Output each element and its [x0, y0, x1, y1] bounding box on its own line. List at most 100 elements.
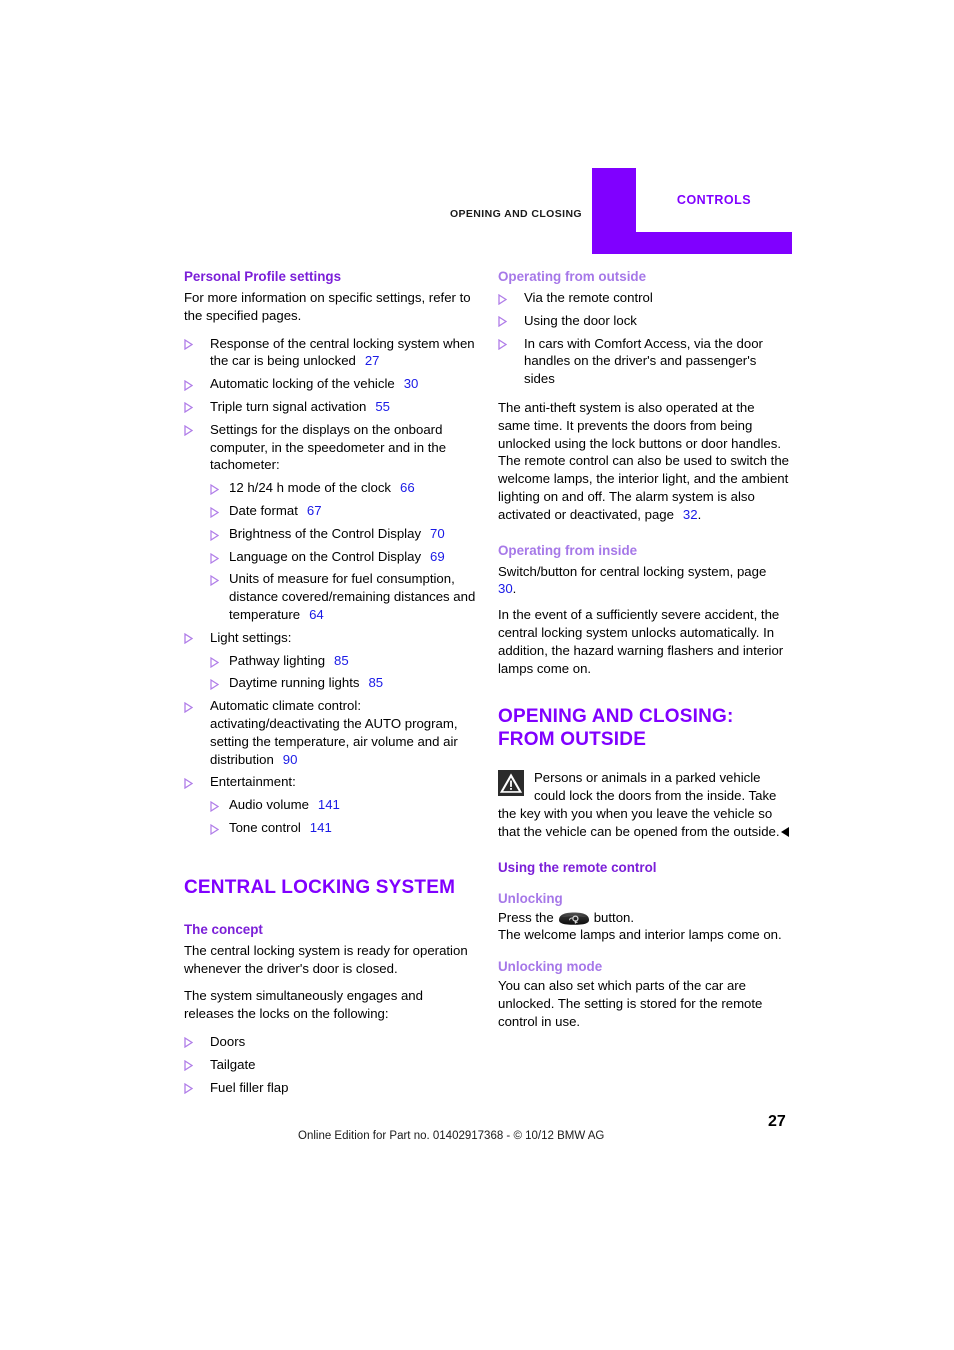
- list-item: 12 h/24 h mode of the clock 66: [210, 479, 476, 497]
- running-header: OPENING AND CLOSING CONTROLS: [0, 168, 954, 254]
- unlocking-instruction: Press the button.: [498, 909, 790, 927]
- triangle-bullet-icon: [210, 656, 219, 668]
- page-reference[interactable]: 85: [334, 653, 349, 668]
- light-settings-list: Light settings:: [184, 629, 476, 647]
- page-reference[interactable]: 70: [430, 526, 445, 541]
- note-end-marker-icon: [780, 826, 789, 837]
- list-item-label: Light settings:: [210, 629, 292, 645]
- list-item: Brightness of the Control Display 70: [210, 525, 476, 543]
- list-item-label: Language on the Control Display: [229, 548, 422, 564]
- header-tab-label: CONTROLS: [676, 193, 752, 207]
- display-settings-sublist: 12 h/24 h mode of the clock 66 Date form…: [210, 479, 476, 624]
- list-item: Automatic locking of the vehicle 30: [184, 375, 476, 393]
- list-item-label: Via the remote control: [524, 290, 653, 305]
- list-item-label: Doors: [210, 1033, 246, 1049]
- list-item-label: Pathway lighting: [229, 652, 326, 668]
- operating-inside-paragraph-1: Switch/button for central locking system…: [498, 563, 790, 599]
- list-item: Via the remote control: [498, 289, 790, 307]
- personal-profile-intro: For more information on specific setting…: [184, 290, 471, 323]
- header-chapter-label: OPENING AND CLOSING: [449, 208, 582, 220]
- list-item: Daytime running lights 85: [210, 674, 476, 692]
- triangle-bullet-icon: [210, 484, 219, 496]
- triangle-bullet-icon: [210, 823, 219, 835]
- list-item: Automatic climate control: activating/de…: [184, 697, 476, 768]
- page-reference[interactable]: 55: [375, 399, 390, 414]
- heading-the-concept: The concept: [184, 921, 263, 937]
- list-item: Using the door lock: [498, 312, 790, 330]
- page-reference[interactable]: 27: [365, 353, 380, 368]
- list-item-label: Using the door lock: [524, 312, 637, 328]
- list-item-label: Brightness of the Control Display: [229, 525, 422, 541]
- list-item-label: Tailgate: [210, 1056, 256, 1072]
- list-item: Triple turn signal activation 55: [184, 398, 476, 416]
- warning-note: Persons or animals in a parked vehicle c…: [498, 769, 790, 840]
- page-reference[interactable]: 64: [309, 607, 324, 622]
- operating-inside-end: .: [512, 581, 517, 597]
- header-section-tab: CONTROLS: [592, 168, 792, 254]
- triangle-bullet-icon: [184, 1083, 193, 1094]
- triangle-bullet-icon: [184, 777, 193, 789]
- central-locking-para-1: The central locking system is ready for …: [184, 942, 468, 976]
- triangle-bullet-icon: [184, 339, 193, 351]
- operating-inside-paragraph-2: In the event of a sufficiently severe ac…: [498, 607, 784, 676]
- list-item-label: Daytime running lights: [229, 675, 360, 691]
- list-item-label: Settings for the displays on the onboard…: [210, 421, 447, 473]
- page-reference[interactable]: 141: [318, 797, 340, 812]
- list-item-label: Triple turn signal activation: [210, 398, 367, 414]
- triangle-bullet-icon: [498, 293, 507, 305]
- chapter-title-line-1: OPENING AND CLOSING:: [498, 706, 734, 728]
- page-reference[interactable]: 32: [683, 507, 698, 522]
- list-item: Date format 67: [210, 502, 476, 520]
- heading-personal-profile-settings: Personal Profile settings: [184, 269, 342, 284]
- personal-profile-list: Response of the central locking system w…: [184, 335, 476, 475]
- page-reference[interactable]: 141: [310, 820, 332, 835]
- page-reference[interactable]: 69: [430, 549, 445, 564]
- unlocking-text-after: button.: [593, 909, 635, 925]
- triangle-bullet-icon: [498, 316, 507, 328]
- triangle-bullet-icon: [184, 379, 193, 391]
- heading-unlocking: Unlocking: [498, 890, 563, 906]
- triangle-bullet-icon: [184, 633, 193, 645]
- page-reference[interactable]: 67: [307, 503, 322, 518]
- central-locking-para-2: The system simultaneously engages and re…: [184, 988, 423, 1022]
- page-reference[interactable]: 30: [498, 581, 513, 596]
- chapter-title-line-2: FROM OUTSIDE: [498, 729, 647, 751]
- page-number: 27: [768, 1113, 786, 1130]
- list-item: Pathway lighting 85: [210, 652, 476, 670]
- central-locking-list: Doors Tailgate Fuel filler flap: [184, 1033, 476, 1096]
- entertainment-sublist: Audio volume 141 Tone control 141: [210, 796, 476, 837]
- right-column: Operating from outside Via the remote co…: [498, 268, 790, 1031]
- triangle-bullet-icon: [210, 529, 219, 541]
- triangle-bullet-icon: [184, 402, 193, 414]
- list-item-label: Automatic locking of the vehicle: [210, 376, 395, 392]
- page-reference[interactable]: 85: [368, 675, 383, 690]
- triangle-bullet-icon: [184, 1037, 193, 1049]
- left-column: Personal Profile settings For more infor…: [184, 268, 476, 1101]
- warning-triangle-icon: [498, 770, 524, 797]
- list-item-label: 12 h/24 h mode of the clock: [229, 480, 392, 496]
- warning-note-text: Persons or animals in a parked vehicle c…: [498, 770, 780, 839]
- list-item-label: Entertainment:: [210, 774, 296, 790]
- list-item: Doors: [184, 1033, 476, 1051]
- triangle-bullet-icon: [210, 552, 219, 564]
- remote-unlock-button-icon[interactable]: [557, 911, 591, 926]
- triangle-bullet-icon: [184, 701, 193, 713]
- page-reference[interactable]: 30: [404, 376, 419, 391]
- list-item: Tone control 141: [210, 819, 476, 837]
- list-item-label: In cars with Comfort Access, via the doo…: [524, 335, 763, 387]
- page-reference[interactable]: 90: [283, 752, 298, 767]
- heading-unlocking-mode: Unlocking mode: [498, 959, 603, 975]
- list-item-label: Fuel filler flap: [210, 1079, 289, 1095]
- list-item-label: Response of the central locking system w…: [210, 335, 475, 369]
- list-item: In cars with Comfort Access, via the doo…: [498, 335, 790, 388]
- list-item-label: Automatic climate control: activating/de…: [210, 698, 458, 767]
- heading-using-the-remote-control: Using the remote control: [498, 859, 657, 875]
- climate-entertainment-list: Automatic climate control: activating/de…: [184, 697, 476, 791]
- list-item: Light settings:: [184, 629, 476, 647]
- list-item: Units of measure for fuel consumption, d…: [210, 570, 476, 623]
- list-item: Tailgate: [184, 1056, 476, 1074]
- heading-operating-from-inside: Operating from inside: [498, 542, 638, 558]
- list-item-label: Tone control: [229, 819, 301, 835]
- page-reference[interactable]: 66: [400, 480, 415, 495]
- manual-page: OPENING AND CLOSING CONTROLS Personal Pr…: [0, 0, 954, 1350]
